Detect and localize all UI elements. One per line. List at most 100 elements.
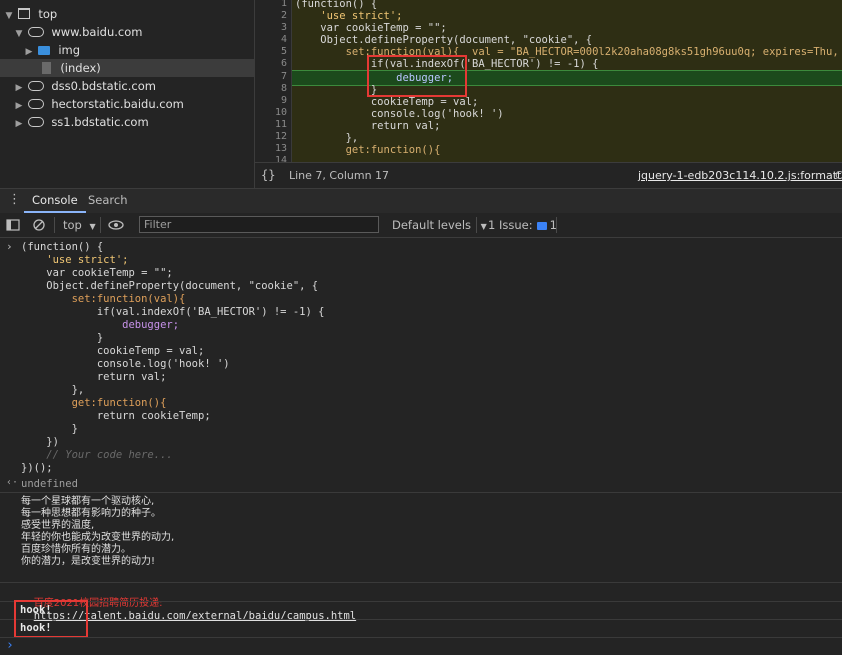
console-log-line: 每一个星球都有一个驱动核心, <box>21 496 155 507</box>
console-input-line: cookieTemp = val; <box>21 345 205 357</box>
source-file-link[interactable]: jquery-1-edb203c114.10.2.js:formatted:1 <box>638 169 842 182</box>
file-icon <box>41 62 51 74</box>
line-number[interactable]: 6 <box>281 58 287 70</box>
cloud-icon <box>27 81 44 91</box>
line-number[interactable]: 3 <box>281 22 287 34</box>
context-selector[interactable]: top ▼ <box>63 213 96 237</box>
console-prompt-icon: › <box>6 638 14 653</box>
console-log-line: 百度珍惜你所有的潜力。 <box>21 544 131 555</box>
more-tabs-icon[interactable]: ⋮ <box>8 192 21 207</box>
console-log-line: 感受世界的温度, <box>21 520 95 531</box>
log-levels-label: Default levels <box>392 218 472 232</box>
recruit-message: 百度2021校园招聘简历投递: https://talent.baidu.com… <box>21 586 356 622</box>
console-log-line: 你的潜力，是改变世界的动力! <box>21 556 156 567</box>
console-input-line: (function() { <box>21 241 104 253</box>
live-expression-eye-icon[interactable] <box>108 213 124 237</box>
line-number[interactable]: 7 <box>281 71 287 83</box>
highlight-annotation-box <box>367 55 467 97</box>
message-divider <box>0 582 842 583</box>
console-input-line: console.log('hook! ') <box>21 358 230 370</box>
console-input-line: return val; <box>21 371 167 383</box>
issues-button[interactable]: 1 Issue: 1 <box>488 213 557 237</box>
console-input-line: return cookieTemp; <box>21 410 211 422</box>
issues-label: 1 Issue: <box>488 218 533 232</box>
line-number[interactable]: 5 <box>281 46 287 58</box>
editor-status-bar: {} Line 7, Column 17 jquery-1-edb203c114… <box>255 162 842 189</box>
console-input-line: set:function(val){ <box>21 293 186 305</box>
line-number[interactable]: 10 <box>275 107 287 119</box>
code-editor[interactable]: 1 2 3 4 5 6 7 8 9 10 11 12 13 14 (functi… <box>255 0 842 162</box>
collapse-arrow-icon[interactable]: ▶ <box>14 115 24 133</box>
console-input-line: Object.defineProperty(document, "cookie"… <box>21 280 319 292</box>
code-line: cookieTemp = val; <box>295 96 479 108</box>
console-input-line: } <box>21 423 78 435</box>
console-input-line: debugger; <box>21 319 180 331</box>
console-input-line: var cookieTemp = ""; <box>21 267 173 279</box>
cursor-position: Line 7, Column 17 <box>289 169 390 182</box>
message-divider <box>0 492 842 493</box>
cloud-icon <box>27 27 44 37</box>
tab-label: Console <box>32 193 78 207</box>
tree-item-hectorstatic[interactable]: ▶ hectorstatic.baidu.com <box>14 95 184 113</box>
console-log-line: 年轻的你也能成为改变世界的动力, <box>21 532 175 543</box>
line-number[interactable]: 8 <box>281 83 287 95</box>
pretty-print-icon[interactable]: {} <box>261 168 275 182</box>
tab-label: Search <box>88 193 128 207</box>
line-number[interactable]: 4 <box>281 34 287 46</box>
message-divider <box>0 637 842 638</box>
code-line: (function() { <box>295 0 378 10</box>
line-number[interactable]: 2 <box>281 10 287 22</box>
line-number[interactable]: 14 <box>275 155 287 162</box>
sidebar-toggle-icon[interactable] <box>6 213 20 237</box>
issue-chat-icon <box>536 222 547 230</box>
console-input-line: // Your code here... <box>21 449 173 461</box>
tree-item-label: ss1.bdstatic.com <box>51 115 149 129</box>
filter-input[interactable] <box>139 216 379 233</box>
tab-console[interactable]: Console <box>24 189 86 213</box>
console-toolbar: top ▼ Default levels ▼ 1 Issue:1 <box>0 213 842 238</box>
line-number[interactable]: 12 <box>275 131 287 143</box>
code-line: return val; <box>295 120 441 132</box>
message-divider <box>0 619 842 620</box>
expand-arrow-icon[interactable]: ▼ <box>14 25 24 43</box>
line-number[interactable]: 1 <box>281 0 287 10</box>
console-input[interactable] <box>20 639 820 653</box>
tab-search[interactable]: Search <box>80 189 136 213</box>
dropdown-arrow-icon: ▼ <box>480 222 487 231</box>
source-more-label[interactable]: C <box>835 169 842 182</box>
tree-item-index[interactable]: (index) <box>0 59 254 77</box>
console-output[interactable]: › (function() { 'use strict'; var cookie… <box>0 238 842 655</box>
toolbar-divider <box>556 217 557 233</box>
message-divider <box>0 601 842 602</box>
tree-item-ss1[interactable]: ▶ ss1.bdstatic.com <box>14 113 149 131</box>
console-input-line: }) <box>21 436 59 448</box>
frame-icon <box>17 8 30 19</box>
toolbar-divider <box>100 217 101 233</box>
tree-item-dss0[interactable]: ▶ dss0.bdstatic.com <box>14 77 156 95</box>
console-input-line: }, <box>21 384 85 396</box>
dropdown-arrow-icon: ▼ <box>89 222 96 231</box>
tree-item-top[interactable]: ▼ top <box>4 5 58 25</box>
console-input-line: } <box>21 332 104 344</box>
log-levels-dropdown[interactable]: Default levels ▼ <box>392 213 487 237</box>
console-result: undefined <box>21 478 78 490</box>
console-log-line: 每一种思想都有影响力的种子。 <box>21 508 161 519</box>
code-line: } <box>295 84 378 96</box>
line-number-gutter: 1 2 3 4 5 6 7 8 9 10 11 12 13 14 <box>255 0 292 162</box>
highlight-annotation-box <box>14 600 88 638</box>
line-number[interactable]: 13 <box>275 143 287 155</box>
tree-item-label: hectorstatic.baidu.com <box>51 97 184 111</box>
code-line: 'use strict'; <box>295 10 403 22</box>
toolbar-divider <box>476 217 477 233</box>
tree-item-www-baidu[interactable]: ▼ www.baidu.com <box>14 23 143 43</box>
line-number[interactable]: 9 <box>281 95 287 107</box>
expand-arrow-icon[interactable]: ▼ <box>4 7 14 25</box>
tree-item-label: img <box>58 43 81 57</box>
console-input-line: 'use strict'; <box>21 254 129 266</box>
line-number[interactable]: 11 <box>275 119 287 131</box>
clear-console-icon[interactable] <box>32 213 46 237</box>
code-line: get:function(){ <box>295 144 441 156</box>
code-line: }, <box>295 132 359 144</box>
tree-item-img[interactable]: ▶ img <box>24 41 80 59</box>
sources-panel: ▼ top ▼ www.baidu.com ▶ img (index) ▶ ds… <box>0 0 842 189</box>
